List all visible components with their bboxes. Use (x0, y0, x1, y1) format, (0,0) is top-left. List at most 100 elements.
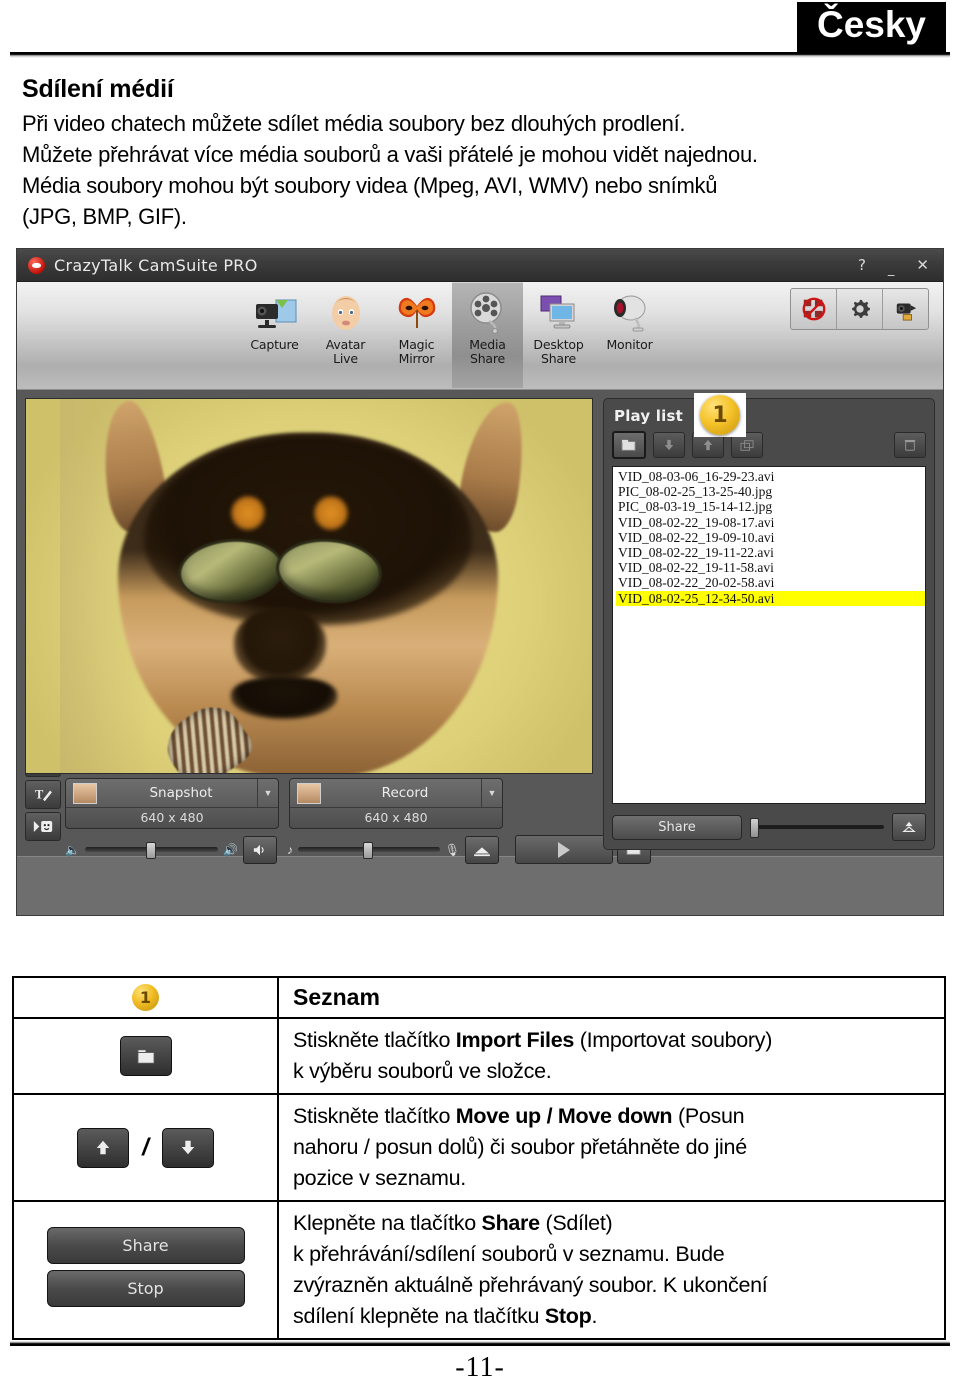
list-item[interactable]: VID_08-02-22_19-09-10.avi (616, 530, 925, 545)
video-preview[interactable] (25, 398, 593, 774)
legend-text-bold: Share (481, 1211, 541, 1235)
snapshot-button[interactable]: Snapshot ▼ 640 x 480 (65, 778, 279, 829)
record-dropdown-arrow[interactable]: ▼ (481, 779, 502, 807)
list-item[interactable]: VID_08-02-22_20-02-58.avi (616, 575, 925, 590)
right-pane: Play list VID_08-03-06_16-29-23.avi PIC_… (603, 393, 935, 856)
legend-icon-cell: / (12, 1093, 279, 1202)
legend-text-cell: Stiskněte tlačítko Import Files (Importo… (277, 1017, 946, 1095)
toolbar-item-monitor[interactable]: Monitor (594, 282, 665, 388)
toolbar-label-magic-mirror: Magic Mirror (398, 337, 435, 366)
list-item-highlighted[interactable]: VID_08-02-25_12-34-50.avi (616, 590, 925, 606)
arrow-down-icon (162, 1127, 215, 1168)
legend-text-bold: Import Files (455, 1028, 575, 1052)
toolbar-item-capture[interactable]: Capture (239, 282, 310, 388)
camera-settings-icon[interactable] (883, 289, 928, 329)
dog-mouth (231, 677, 337, 719)
help-button[interactable]: ? (858, 257, 866, 273)
left-pane: T Snapshot ▼ 640 x 480 Record ▼ 640 x 48… (25, 398, 651, 864)
record-button[interactable]: Record ▼ 640 x 480 (289, 778, 503, 829)
toolbar-item-avatar-live[interactable]: Avatar Live (310, 282, 381, 388)
toolbar-label-media-share: Media Share (469, 337, 506, 366)
table-row: Stiskněte tlačítko Import Files (Importo… (12, 1017, 946, 1095)
legend-icon-cell: 1 (12, 976, 279, 1019)
intro-line-1: Při video chatech můžete sdílet média so… (22, 111, 686, 136)
microphone-volume-slider[interactable] (298, 842, 440, 859)
legend-text-bold: Stop (544, 1304, 592, 1328)
badge-1-icon: 1 (132, 984, 159, 1011)
legend-line: pozice v seznamu. (293, 1166, 466, 1190)
language-badge: Česky (796, 2, 946, 52)
mic-mixer-button[interactable] (465, 835, 499, 864)
share-button[interactable]: Share (612, 814, 742, 840)
text-tool-icon[interactable]: T (25, 780, 61, 809)
legend-table: 1 Seznam Stiskněte tlačítko Import Files… (12, 976, 946, 1340)
music-note-icon: ♪ (287, 842, 293, 857)
legend-text-post: . (591, 1304, 598, 1328)
record-resolution: 640 x 480 (364, 810, 428, 825)
close-button[interactable]: ✕ (916, 257, 929, 273)
legend-line: zvýrazněn aktuálně přehrávaný soubor. K … (293, 1273, 768, 1297)
svg-text:T: T (35, 787, 44, 801)
legend-text-cell: Klepněte na tlačítko Share (Sdílet) k př… (277, 1200, 946, 1340)
list-item[interactable]: VID_08-03-06_16-29-23.avi (616, 469, 925, 484)
legend-text-cell: Seznam (277, 976, 946, 1019)
legend-line: k přehrávání/sdílení souborů v seznamu. … (293, 1242, 725, 1266)
playlist-items[interactable]: VID_08-03-06_16-29-23.avi PIC_08-02-25_1… (612, 466, 926, 804)
snapshot-dropdown-arrow[interactable]: ▼ (257, 779, 278, 807)
webcam-icon (607, 290, 653, 334)
list-item[interactable]: PIC_08-03-19_15-14-12.jpg (616, 499, 925, 514)
intro-line-4: (JPG, BMP, GIF). (22, 204, 187, 229)
dog-brow-left (231, 496, 265, 530)
legend-text-pre: sdílení klepněte na tlačítku (293, 1304, 545, 1328)
trash-icon[interactable] (894, 432, 926, 458)
snapshot-thumb-icon (73, 782, 97, 804)
legend-heading: Seznam (293, 984, 380, 1010)
page-title: Sdílení médií (22, 75, 174, 103)
speaker-volume-slider[interactable] (84, 842, 219, 859)
app-body: T Snapshot ▼ 640 x 480 Record ▼ 640 x 48… (17, 390, 943, 864)
speaker-low-icon: 🔈 (65, 842, 80, 857)
list-item[interactable]: VID_08-02-22_19-11-58.avi (616, 560, 925, 575)
folder-import-icon (119, 1036, 172, 1076)
disable-emoticon-icon[interactable] (791, 289, 837, 329)
toolbar-item-media-share[interactable]: Media Share (452, 282, 523, 388)
list-item[interactable]: PIC_08-02-25_13-25-40.jpg (616, 484, 925, 499)
toolbar-item-desktop-share[interactable]: Desktop Share (523, 282, 594, 388)
move-down-button[interactable] (653, 432, 685, 458)
playback-seek-bar[interactable] (750, 818, 884, 838)
list-item[interactable]: VID_08-02-22_19-08-17.avi (616, 515, 925, 530)
baby-face-icon (323, 290, 369, 334)
arrow-up-icon (76, 1127, 129, 1168)
app-logo-icon (28, 256, 45, 274)
fullscreen-button[interactable] (892, 813, 926, 841)
emoticon-tool-icon[interactable] (25, 812, 61, 841)
speaker-volume-group: 🔈 🔊 (65, 835, 277, 864)
dog-brow-right (314, 496, 348, 530)
microphone-slider-knob[interactable] (363, 842, 374, 859)
legend-text-bold: Move up / Move down (455, 1104, 673, 1128)
import-files-button[interactable] (612, 431, 646, 459)
capture-controls: Snapshot ▼ 640 x 480 Record ▼ 640 x 480 … (65, 778, 651, 864)
gear-icon[interactable] (837, 289, 883, 329)
app-titlebar: CrazyTalk CamSuite PRO ? _ ✕ (17, 249, 943, 282)
legend-line: nahoru / posun dolů) či soubor přetáhnět… (293, 1135, 747, 1159)
legend-icon-cell (12, 1017, 279, 1095)
toolbar-label-avatar-live: Avatar Live (325, 337, 366, 366)
play-button[interactable] (515, 835, 613, 864)
footer-rule (10, 1341, 950, 1346)
record-label: Record (381, 785, 429, 801)
seek-knob[interactable] (750, 818, 759, 838)
playlist-panel: Play list VID_08-03-06_16-29-23.avi PIC_… (603, 393, 935, 850)
legend-line: Stiskněte tlačítko Move up / Move down (… (293, 1101, 936, 1132)
toolbar-item-magic-mirror[interactable]: Magic Mirror (381, 282, 452, 388)
legend-text-post: (Importovat soubory) (574, 1028, 773, 1052)
camcorder-photo-icon (252, 290, 298, 334)
intro-line-2: Můžete přehrávat více média souborů a va… (22, 142, 758, 167)
minimize-button[interactable]: _ (888, 262, 895, 277)
speaker-slider-knob[interactable] (146, 842, 157, 859)
speaker-mute-button[interactable] (243, 835, 277, 864)
playlist-footer: Share (612, 813, 926, 841)
app-right-tools (790, 288, 929, 330)
stop-button-example: Stop (46, 1270, 245, 1307)
list-item[interactable]: VID_08-02-22_19-11-22.avi (616, 545, 925, 560)
